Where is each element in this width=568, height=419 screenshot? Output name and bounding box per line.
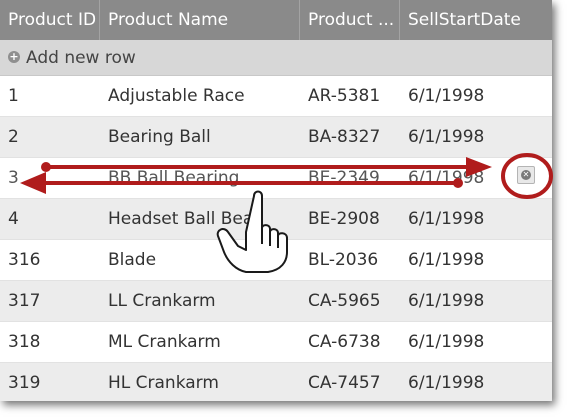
product-number-cell: AR-5381: [308, 86, 381, 106]
sell-start-date-cell: 6/1/1998: [408, 86, 485, 106]
delete-row-button[interactable]: ✕: [517, 166, 535, 184]
table-row[interactable]: 1 Adjustable Race AR-5381 6/1/1998: [0, 76, 552, 117]
product-id-cell: 1: [8, 86, 19, 106]
column-header-product-id[interactable]: Product ID: [0, 0, 100, 40]
product-id-cell: 318: [8, 332, 41, 352]
sell-start-date-cell: 6/1/1998: [408, 250, 485, 270]
product-name-cell: HL Crankarm: [108, 373, 219, 393]
sell-start-date-cell: 6/1/1998: [408, 127, 485, 147]
add-new-row[interactable]: + Add new row: [0, 40, 552, 76]
table-row[interactable]: 319 HL Crankarm CA-7457 6/1/1998: [0, 363, 552, 401]
column-header-product-number[interactable]: Product ...: [300, 0, 400, 40]
table-row[interactable]: 318 ML Crankarm CA-6738 6/1/1998: [0, 322, 552, 363]
column-header-product-name[interactable]: Product Name: [100, 0, 300, 40]
sell-start-date-cell: 6/1/1998: [408, 291, 485, 311]
product-name-cell: LL Crankarm: [108, 291, 216, 311]
product-number-cell: BE-2908: [308, 209, 380, 229]
sell-start-date-cell: 6/1/1998: [408, 209, 485, 229]
product-name-cell: Blade: [108, 250, 157, 270]
product-name-cell: ML Crankarm: [108, 332, 221, 352]
product-number-cell: BE-2349: [308, 168, 380, 188]
product-number-cell: BA-8327: [308, 127, 381, 147]
product-number-cell: CA-7457: [308, 373, 381, 393]
table-row[interactable]: 316 Blade BL-2036 6/1/1998: [0, 240, 552, 281]
product-id-cell: 319: [8, 373, 41, 393]
add-new-row-label: Add new row: [26, 48, 136, 68]
product-name-cell: Headset Ball Bea: [108, 209, 254, 229]
product-id-cell: 3: [8, 168, 19, 188]
plus-circle-icon: +: [8, 49, 20, 63]
product-id-cell: 316: [8, 250, 41, 270]
product-number-cell: BL-2036: [308, 250, 379, 270]
table-row[interactable]: 2 Bearing Ball BA-8327 6/1/1998: [0, 117, 552, 158]
product-number-cell: CA-6738: [308, 332, 381, 352]
close-circle-icon: ✕: [521, 170, 531, 180]
product-id-cell: 2: [8, 127, 19, 147]
column-header-sell-start-date[interactable]: SellStartDate: [400, 0, 552, 40]
product-name-cell: BB Ball Bearing: [108, 168, 240, 188]
table-row-swiped[interactable]: 3 BB Ball Bearing BE-2349 6/1/1998: [0, 158, 552, 199]
sell-start-date-cell: 6/1/1998: [408, 332, 485, 352]
product-name-cell: Bearing Ball: [108, 127, 211, 147]
data-grid: Product ID Product Name Product ... Sell…: [0, 0, 552, 401]
product-name-cell: Adjustable Race: [108, 86, 245, 106]
product-id-cell: 4: [8, 209, 19, 229]
table-row[interactable]: 4 Headset Ball Bea BE-2908 6/1/1998: [0, 199, 552, 240]
product-number-cell: CA-5965: [308, 291, 381, 311]
grid-header: Product ID Product Name Product ... Sell…: [0, 0, 552, 40]
table-row[interactable]: 317 LL Crankarm CA-5965 6/1/1998: [0, 281, 552, 322]
product-id-cell: 317: [8, 291, 41, 311]
sell-start-date-cell: 6/1/1998: [408, 373, 485, 393]
